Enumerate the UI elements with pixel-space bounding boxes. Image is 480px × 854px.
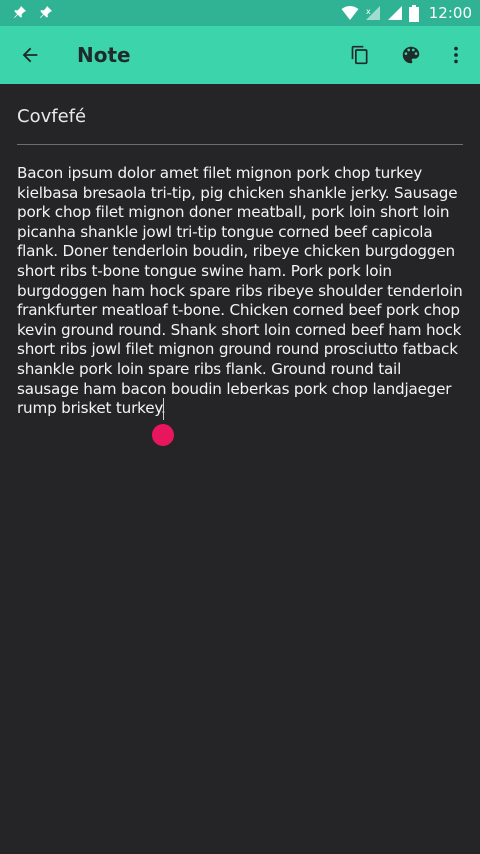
signal-icon [387, 6, 402, 20]
copy-button[interactable] [340, 35, 380, 75]
back-button[interactable] [10, 35, 50, 75]
more-vert-icon [454, 46, 458, 64]
copy-icon [351, 45, 368, 65]
battery-icon [408, 4, 419, 22]
more-options-button[interactable] [436, 35, 476, 75]
color-palette-button[interactable] [391, 35, 431, 75]
divider [17, 144, 463, 145]
status-time: 12:00 [428, 4, 472, 22]
cursor-handle[interactable] [152, 424, 174, 446]
app-bar: Note [0, 26, 480, 84]
pin-icon [38, 4, 54, 20]
text-cursor [163, 398, 164, 420]
note-body-field[interactable]: Bacon ipsum dolor amet filet mignon pork… [17, 164, 463, 419]
pin-icon [12, 4, 28, 20]
note-title-field[interactable]: Covfefé [17, 106, 457, 127]
status-bar: x 12:00 [0, 0, 480, 26]
page-title: Note [77, 43, 131, 67]
palette-icon [402, 46, 420, 64]
svg-text:x: x [366, 7, 371, 16]
wifi-icon [341, 6, 359, 20]
arrow-back-icon [22, 47, 38, 63]
signal-no-data-icon: x [365, 6, 380, 20]
note-editor: Covfefé Bacon ipsum dolor amet filet mig… [0, 84, 480, 854]
